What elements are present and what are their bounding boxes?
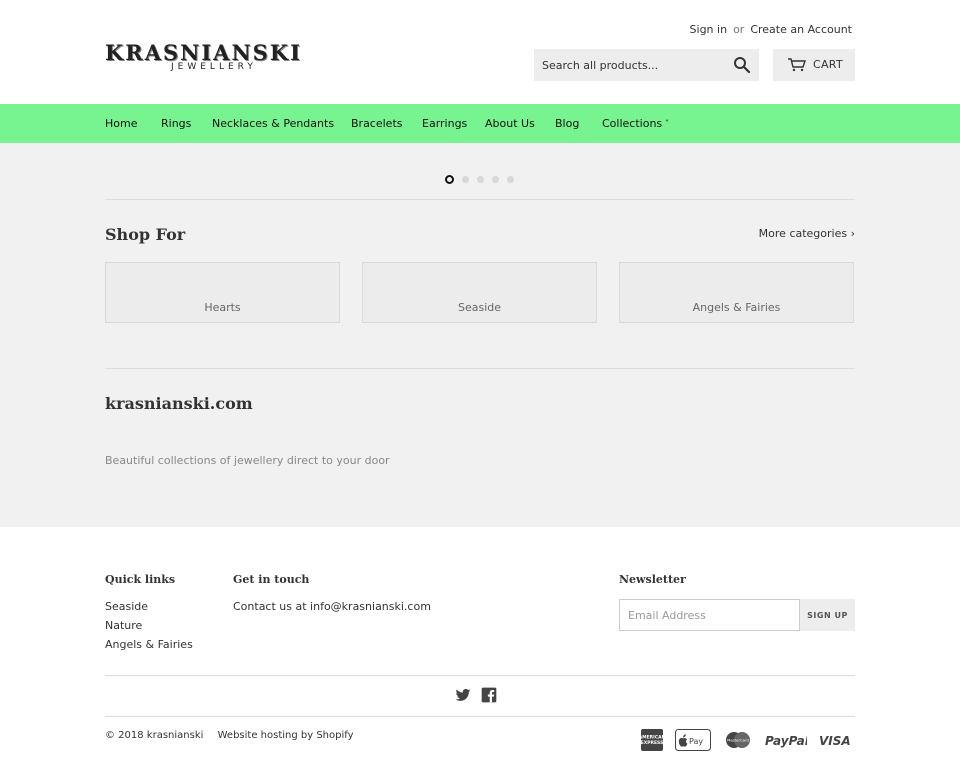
nav-item-about-us[interactable]: About Us [485,117,535,130]
site-header: KRASNIANSKI JEWELLERY Sign in or Create an… [0,0,960,104]
nav-item-collections-label: Collections [602,117,663,130]
copyright: © 2018 krasnianski Website hosting by Sh… [105,730,354,741]
about-description: Beautiful collections of jewellery direc… [105,454,390,467]
about-title: krasnianski.com [105,394,253,413]
cart-icon [788,58,806,72]
collection-card-label: Hearts [204,301,241,314]
collection-card-seaside[interactable]: Seaside [362,262,597,323]
logo-tagline: JEWELLERY [171,62,257,72]
nav-item-rings[interactable]: Rings [161,117,191,130]
svg-text:EXPRESS: EXPRESS [641,740,663,746]
copyright-text: © 2018 krasnianski [105,730,204,741]
nav-item-collections[interactable]: Collections ˅ [602,117,669,130]
slide-dot-4[interactable] [492,176,499,183]
paypal-icon: PayPal [765,734,807,748]
cart-button[interactable]: CART [773,49,855,81]
nav-item-bracelets[interactable]: Bracelets [351,117,403,130]
newsletter-signup-button[interactable]: SIGN UP [800,599,855,631]
shopify-hosting-link[interactable]: Website hosting by Shopify [218,730,354,741]
sign-in-link[interactable]: Sign in [690,23,728,36]
footer-link-nature[interactable]: Nature [105,619,142,632]
search-form [534,49,759,81]
search-icon[interactable] [733,56,751,74]
create-account-link[interactable]: Create an Account [750,23,852,36]
nav-item-blog[interactable]: Blog [555,117,579,130]
svg-text:AMERICAN: AMERICAN [641,735,663,741]
account-links: Sign in or Create an Account [690,23,852,36]
facebook-icon[interactable] [481,687,497,703]
cart-label: CART [813,58,843,71]
slide-dot-3[interactable] [477,176,484,183]
collection-card-label: Angels & Fairies [692,301,781,314]
chevron-down-icon: ˅ [665,119,670,128]
svg-text:MasterCard: MasterCard [727,738,749,743]
site-footer: Quick links Seaside Nature Angels & Fair… [0,527,960,765]
contact-text: Contact us at info@krasnianski.com [233,600,431,613]
collection-card-hearts[interactable]: Hearts [105,262,340,323]
search-input[interactable] [534,49,724,81]
collection-card-label: Seaside [457,301,502,314]
amex-icon: AMERICAN EXPRESS [641,729,663,751]
shop-for-title: Shop For [105,225,186,244]
nav-item-earrings[interactable]: Earrings [422,117,467,130]
svg-text:Pay: Pay [689,737,703,746]
mastercard-icon: MasterCard [726,732,750,748]
newsletter-email-input[interactable] [619,599,800,631]
svg-text:VISA: VISA [819,734,851,748]
get-in-touch-heading: Get in touch [233,573,310,586]
apple-pay-icon: Pay [675,729,711,751]
divider [105,716,855,717]
footer-link-angels-fairies[interactable]: Angels & Fairies [105,638,193,651]
account-or-text: or [733,23,745,36]
more-categories-link[interactable]: More categories › [759,227,855,240]
newsletter-heading: Newsletter [619,573,686,586]
divider [105,675,855,676]
divider [105,199,855,200]
main-nav: Home Rings Necklaces & Pendants Bracelet… [0,104,960,143]
main-content: Shop For More categories › Hearts Seasid… [0,143,960,527]
footer-link-seaside[interactable]: Seaside [105,600,148,613]
twitter-icon[interactable] [455,687,471,703]
nav-item-necklaces-pendants[interactable]: Necklaces & Pendants [212,117,334,130]
slide-dot-2[interactable] [462,176,469,183]
visa-icon: VISA [819,734,851,748]
collection-card-angels-fairies[interactable]: Angels & Fairies [619,262,854,323]
nav-item-home[interactable]: Home [105,117,137,130]
divider [105,368,855,369]
slide-dot-5[interactable] [507,176,514,183]
svg-text:PayPal: PayPal [765,734,807,748]
slide-dot-1[interactable] [445,175,454,184]
quick-links-heading: Quick links [105,573,176,586]
site-logo[interactable]: KRASNIANSKI JEWELLERY [105,40,333,76]
